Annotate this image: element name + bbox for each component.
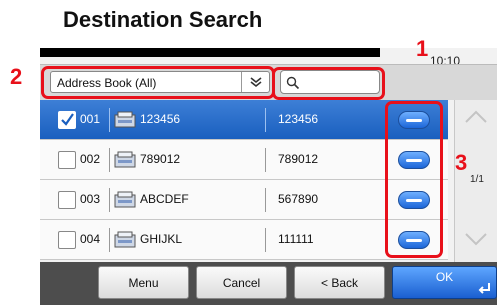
screen-top-bar [40, 48, 380, 57]
entry-name: ABCDEF [140, 192, 189, 206]
callout-box-1 [272, 67, 385, 100]
divider [265, 108, 266, 132]
divider [109, 108, 110, 132]
menu-button[interactable]: Menu [98, 266, 189, 299]
callout-number-3: 3 [455, 150, 468, 175]
page-title: Destination Search [63, 7, 263, 32]
checkbox[interactable] [58, 231, 76, 249]
checkbox[interactable] [58, 191, 76, 209]
entry-name: GHIJKL [140, 232, 183, 246]
checkmark-icon [61, 113, 74, 126]
entry-destination: 111111 [278, 232, 314, 246]
ok-button[interactable]: OK [392, 266, 497, 299]
divider [109, 188, 110, 212]
entry-number: 002 [80, 152, 101, 166]
divider [265, 188, 266, 212]
cancel-button[interactable]: Cancel [196, 266, 287, 299]
entry-number: 004 [80, 232, 101, 246]
divider [265, 228, 266, 252]
entry-number: 001 [80, 112, 101, 126]
entry-destination: 789012 [278, 152, 319, 166]
divider [265, 148, 266, 172]
address-book-entry-icon [114, 231, 136, 248]
enter-icon [478, 283, 490, 294]
entry-name: 789012 [140, 152, 181, 166]
scroll-down-icon[interactable] [463, 228, 489, 250]
address-book-entry-icon [114, 111, 136, 128]
divider [109, 148, 110, 172]
checkbox[interactable] [58, 111, 76, 129]
entry-destination: 123456 [278, 112, 319, 126]
ok-button-label: OK [435, 270, 454, 284]
page-indicator: 1/1 [470, 174, 484, 185]
address-book-entry-icon [114, 191, 136, 208]
callout-number-1: 1 [416, 36, 429, 61]
checkbox[interactable] [58, 151, 76, 169]
entry-destination: 567890 [278, 192, 319, 206]
callout-box-3 [385, 101, 443, 258]
divider [109, 228, 110, 252]
entry-name: 123456 [140, 112, 181, 126]
back-button[interactable]: < Back [294, 266, 385, 299]
callout-number-2: 2 [10, 64, 23, 89]
entry-number: 003 [80, 192, 101, 206]
address-book-entry-icon [114, 151, 136, 168]
scroll-up-icon[interactable] [463, 106, 489, 128]
callout-box-2 [41, 66, 275, 99]
